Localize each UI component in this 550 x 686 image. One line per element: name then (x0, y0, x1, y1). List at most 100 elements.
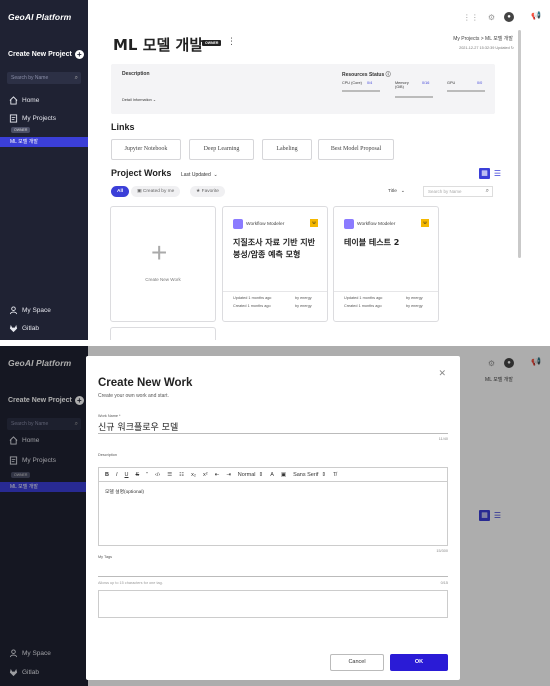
description-label: Description (98, 453, 117, 457)
create-new-work-label: Create New Work (145, 277, 181, 282)
main-content: ⋮⋮ ⚙ ● 📢 ML 모델 개발 OWNER ⋮ My Projects > … (88, 0, 550, 340)
memory-value: 0/16 (422, 81, 430, 85)
description-placeholder: 모델 설명(optional) (105, 490, 144, 495)
detail-info-toggle[interactable]: Detail Information ⌄ (122, 97, 156, 102)
sort-select[interactable]: Last Updated ⌄ (181, 172, 218, 178)
outdent-button[interactable]: ⇤ (215, 472, 220, 478)
description-count: 15/300 (436, 549, 448, 553)
indent-button[interactable]: ⇥ (226, 472, 231, 478)
filter-created-by-me[interactable]: ▣ Created by me (131, 186, 181, 197)
code-button[interactable]: ‹/› (155, 472, 160, 478)
sidebar-search-input[interactable]: Search by Name ⌕ (7, 72, 81, 84)
filter-favorite[interactable]: ★ Favorite (190, 186, 225, 197)
work-tag: W (421, 219, 429, 227)
work-title: 테이블 테스트 2 (344, 238, 400, 247)
sidebar: GeoAI Platform Create New Project + Sear… (0, 0, 88, 340)
search-icon: ⌕ (485, 188, 489, 194)
link-deep-learning[interactable]: Deep Learning (189, 139, 254, 160)
text-color-button[interactable]: A (270, 472, 274, 478)
work-name-count: 11/40 (438, 437, 448, 441)
cancel-button[interactable]: Cancel (330, 654, 384, 671)
announcement-icon[interactable]: 📢 (531, 11, 541, 20)
gitlab-icon (9, 324, 18, 333)
link-labeling[interactable]: Labeling (262, 139, 312, 160)
ok-button[interactable]: OK (390, 654, 448, 671)
work-created: Created 1 months ago (233, 304, 271, 308)
link-jupyter[interactable]: Jupyter Notebook (111, 139, 181, 160)
workflow-icon (344, 219, 354, 229)
work-created: Created 1 months ago (344, 304, 382, 308)
create-work-modal: ✕ Create New Work Create your own work a… (86, 356, 460, 680)
gpu-value: 0/0 (477, 81, 483, 85)
work-card[interactable]: Workflow Modeler W 지질조사 자료 기반 지반붕성/암종 예측… (222, 206, 328, 322)
title-select[interactable]: Title ⌄ (388, 186, 405, 197)
search-icon: ⌕ (74, 75, 78, 81)
my-tags-label: My Tags (98, 555, 113, 559)
font-select[interactable]: Sans Serif ⇕ (293, 472, 326, 478)
tags-count: 0/15 (440, 581, 448, 585)
close-icon[interactable]: ✕ (438, 368, 446, 379)
cpu-label: CPU (Core) (342, 81, 362, 85)
owner-badge: OWNER (202, 40, 222, 46)
subscript-button[interactable]: x₂ (191, 472, 196, 478)
plus-icon: + (74, 50, 84, 59)
gpu-bar (447, 90, 485, 92)
grid-view-icon[interactable]: ▦ (479, 168, 490, 179)
project-works-title: Project Works (111, 168, 172, 178)
sidebar-item-my-projects[interactable]: My Projects (9, 114, 56, 123)
gpu-label: GPU (447, 81, 456, 85)
strike-button[interactable]: S (136, 472, 140, 478)
filter-all[interactable]: All (111, 186, 130, 197)
editor-toolbar: B I U S ” ‹/› ☰ ☷ x₂ x² ⇤ ⇥ Normal ⇕ A ▣… (98, 467, 448, 482)
list-view-icon[interactable]: ☰ (492, 168, 503, 179)
settings-icon[interactable]: ⚙ (488, 13, 495, 22)
create-project-button[interactable]: Create New Project + (8, 50, 84, 59)
quote-button[interactable]: ” (146, 472, 148, 478)
superscript-button[interactable]: x² (203, 472, 208, 478)
tags-input[interactable] (98, 576, 448, 577)
work-updated-by: by energy (295, 296, 312, 300)
page-title: ML 모델 개발 (113, 36, 204, 54)
work-name-label: Work Name * (98, 414, 121, 418)
owner-badge: OWNER (11, 127, 31, 133)
apps-grid-icon[interactable]: ⋮⋮ (463, 13, 479, 22)
italic-button[interactable]: I (116, 472, 118, 478)
create-new-work-card[interactable]: + Create New Work (110, 206, 216, 322)
more-options-icon[interactable]: ⋮ (227, 36, 236, 47)
modal-subtitle: Create your own work and start. (98, 393, 169, 399)
work-updated: Updated 1 months ago (344, 296, 383, 300)
project-screen: GeoAI Platform Create New Project + Sear… (0, 0, 550, 340)
format-select[interactable]: Normal ⇕ (238, 472, 263, 478)
work-created-by: by energy (406, 304, 423, 308)
work-card[interactable]: Workflow Modeler W 테이블 테스트 2 Updated 1 m… (333, 206, 439, 322)
clear-format-button[interactable]: T̸ (333, 472, 336, 478)
platform-logo[interactable]: GeoAI Platform (8, 12, 71, 22)
works-search-input[interactable]: Search by Name ⌕ (423, 186, 493, 197)
scrollbar[interactable] (518, 30, 521, 258)
sidebar-item-my-space[interactable]: My Space (9, 306, 51, 315)
bullet-list-button[interactable]: ☷ (179, 472, 184, 478)
projects-icon (9, 114, 18, 123)
sidebar-item-gitlab[interactable]: Gitlab (9, 324, 39, 333)
bold-button[interactable]: B (105, 472, 109, 478)
project-info-panel: Description Detail Information ⌄ Resourc… (111, 64, 495, 114)
sidebar-item-home[interactable]: Home (9, 96, 39, 105)
work-card[interactable] (110, 327, 216, 340)
link-best-model[interactable]: Best Model Proposal (318, 139, 394, 160)
modal-title: Create New Work (98, 377, 193, 389)
work-title: 지질조사 자료 기반 지반붕성/암종 예측 모형 (233, 238, 315, 259)
highlight-button[interactable]: ▣ (281, 472, 286, 478)
ordered-list-button[interactable]: ☰ (167, 472, 172, 478)
avatar[interactable]: ● (504, 12, 514, 22)
description-editor[interactable]: 모델 설명(optional) (98, 482, 448, 546)
workflow-icon (233, 219, 243, 229)
description-label: Description (122, 71, 150, 77)
work-name-input[interactable]: 신규 워크플로우 모델 (98, 420, 448, 434)
breadcrumb[interactable]: My Projects > ML 모델 개발 (453, 35, 513, 42)
work-updated-by: by energy (406, 296, 423, 300)
links-title: Links (111, 122, 135, 132)
sidebar-item-active-project[interactable]: ML 모델 개발 (0, 137, 88, 147)
top-icons: ⋮⋮ ⚙ ● (463, 12, 514, 22)
underline-button[interactable]: U (125, 472, 129, 478)
work-type: Workflow Modeler (233, 219, 284, 229)
